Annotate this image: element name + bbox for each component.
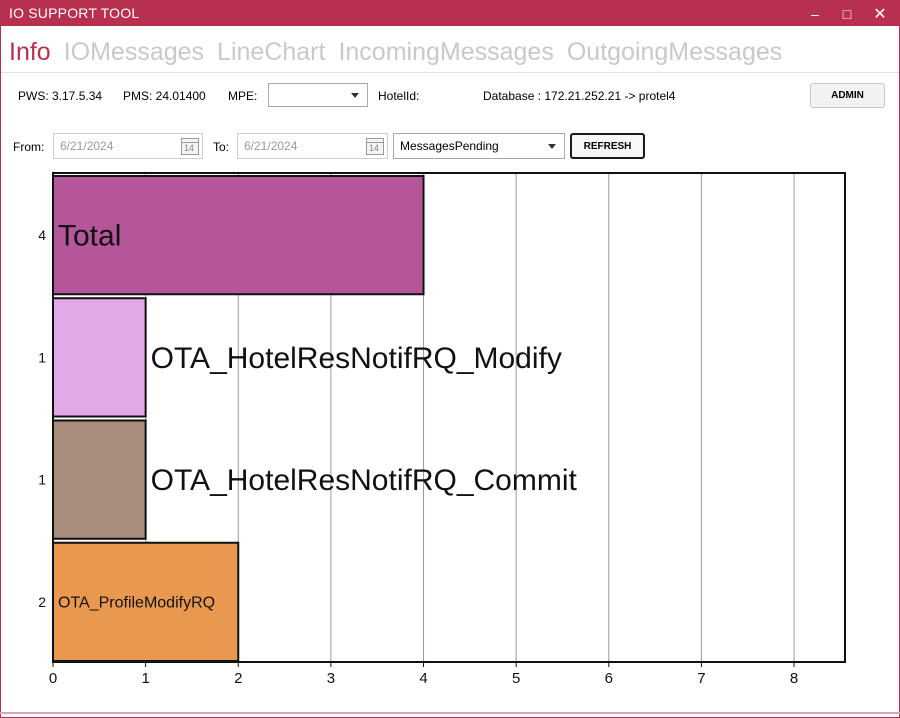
from-date-picker[interactable]: 6/21/2024 14 (53, 133, 203, 159)
message-type-value: MessagesPending (400, 139, 499, 153)
tab-info[interactable]: Info (9, 35, 51, 69)
minimize-icon[interactable]: – (798, 1, 832, 26)
chevron-down-icon (351, 93, 359, 98)
x-tick-label: 4 (419, 670, 427, 687)
tab-bar: Info IOMessages LineChart IncomingMessag… (9, 35, 782, 69)
window-title: IO SUPPORT TOOL (9, 5, 140, 21)
x-tick-label: 7 (697, 670, 705, 687)
bar-value-label: 1 (38, 472, 46, 488)
x-tick-label: 1 (141, 670, 149, 687)
x-tick-label: 6 (605, 670, 613, 687)
title-bar[interactable]: IO SUPPORT TOOL – □ ✕ (1, 1, 899, 26)
bar-value-label: 2 (38, 594, 46, 610)
to-date-picker[interactable]: 6/21/2024 14 (237, 133, 388, 159)
mpe-label: MPE: (228, 89, 258, 103)
refresh-button[interactable]: REFRESH (570, 133, 645, 159)
mpe-select[interactable] (268, 83, 368, 107)
bar (52, 297, 147, 418)
pms-version: PMS: 24.01400 (123, 89, 206, 103)
x-tick-label: 0 (49, 670, 57, 687)
x-tick-label: 5 (512, 670, 520, 687)
admin-button[interactable]: ADMIN (810, 83, 885, 108)
tab-incomingmessages[interactable]: IncomingMessages (338, 35, 553, 69)
tab-outgoingmessages[interactable]: OutgoingMessages (567, 35, 782, 69)
x-tick-label: 2 (234, 670, 242, 687)
tab-linechart[interactable]: LineChart (217, 35, 325, 69)
to-date-value: 6/21/2024 (244, 139, 298, 153)
calendar-icon[interactable]: 14 (366, 138, 384, 155)
to-label: To: (213, 140, 230, 154)
x-tick-label: 8 (790, 670, 798, 687)
bar-value-label: 1 (38, 349, 46, 365)
hotel-id-label: HotelId: (378, 89, 420, 103)
close-icon[interactable]: ✕ (863, 1, 897, 26)
from-date-value: 6/21/2024 (60, 139, 114, 153)
database-info: Database : 172.21.252.21 -> protel4 (483, 89, 676, 103)
chevron-down-icon (548, 144, 556, 149)
calendar-day: 14 (369, 143, 380, 153)
tab-divider (1, 72, 899, 73)
calendar-day: 14 (184, 143, 195, 153)
bar-category-label: OTA_HotelResNotifRQ_Commit (151, 464, 578, 497)
messages-bar-chart: 4 Total 1 OTA_HotelResNotifRQ_Modify 1 OTA_Ho… (38, 172, 846, 687)
bar (52, 419, 147, 540)
message-type-select[interactable]: MessagesPending (393, 133, 565, 159)
bar-category-label: Total (58, 220, 121, 253)
from-label: From: (13, 140, 45, 154)
app-window: IO SUPPORT TOOL – □ ✕ Info IOMessages Li… (0, 0, 900, 718)
pws-version: PWS: 3.17.5.34 (18, 89, 103, 103)
calendar-icon[interactable]: 14 (181, 138, 199, 155)
bar-category-label: OTA_HotelResNotifRQ_Modify (151, 342, 562, 375)
bar-value-label: 4 (38, 227, 46, 243)
bar-category-label: OTA_ProfileModifyRQ (58, 594, 215, 611)
tab-iomessages[interactable]: IOMessages (64, 35, 204, 69)
x-tick-label: 3 (327, 670, 335, 687)
window-bottom-border (0, 712, 900, 714)
maximize-icon[interactable]: □ (830, 1, 864, 26)
